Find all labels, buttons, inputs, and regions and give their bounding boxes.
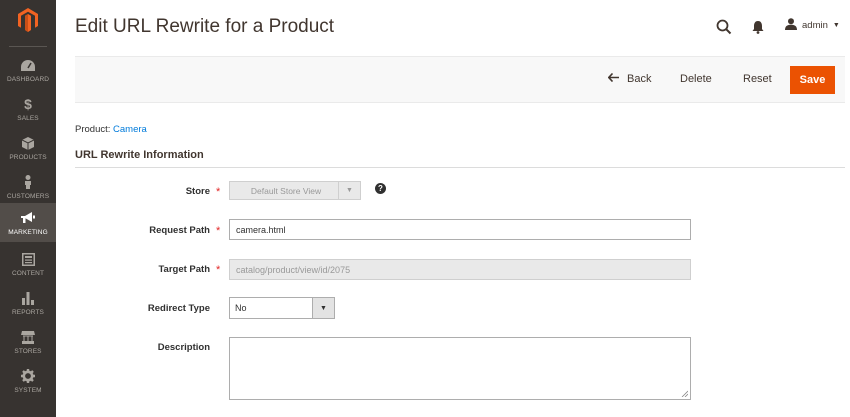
user-icon [785, 18, 797, 33]
person-icon [20, 175, 36, 189]
redirect-type-value: No [235, 303, 247, 313]
section-divider [75, 167, 845, 168]
sidebar-item-label: REPORTS [11, 309, 44, 316]
store-label: Store [185, 186, 210, 197]
megaphone-icon [20, 211, 36, 225]
storefront-icon [20, 330, 36, 344]
sidebar-item-label: CUSTOMERS [6, 193, 50, 200]
required-asterisk: * [216, 186, 221, 198]
chevron-down-icon: ▼ [338, 182, 360, 199]
sidebar-item-label: SYSTEM [14, 387, 42, 394]
help-icon[interactable]: ? [375, 183, 386, 194]
sidebar-item-label: PRODUCTS [9, 154, 47, 161]
dollar-icon: $ [24, 96, 32, 112]
notification-bell-icon[interactable] [752, 20, 764, 34]
page-title: Edit URL Rewrite for a Product [75, 16, 335, 37]
gauge-icon [20, 58, 36, 72]
back-label: Back [627, 73, 652, 85]
save-button[interactable]: Save [790, 66, 835, 94]
product-info: Product: Camera [75, 124, 147, 135]
product-link[interactable]: Camera [113, 124, 147, 135]
target-path-input: catalog/product/view/id/2075 [229, 259, 691, 280]
admin-sidebar: DASHBOARD $ SALES PRODUCTS CUSTOMERS MAR… [0, 0, 56, 417]
sidebar-item-reports[interactable]: REPORTS [0, 289, 56, 328]
delete-button[interactable]: Delete [680, 73, 712, 85]
store-select: Default Store View ▼ [229, 181, 361, 200]
layout-icon [20, 252, 36, 266]
store-select-value: Default Store View [250, 185, 322, 196]
sidebar-item-products[interactable]: PRODUCTS [0, 134, 56, 173]
sidebar-item-label: STORES [14, 348, 42, 355]
section-title: URL Rewrite Information [75, 149, 204, 161]
required-asterisk: * [216, 225, 221, 237]
sidebar-item-sales[interactable]: $ SALES [0, 95, 56, 134]
reset-button[interactable]: Reset [743, 73, 772, 85]
cube-icon [20, 136, 36, 150]
required-asterisk: * [216, 264, 221, 276]
logo-divider [9, 46, 47, 47]
gear-icon [20, 369, 36, 383]
chevron-down-icon: ▼ [832, 22, 840, 29]
request-path-label: Request Path [149, 225, 210, 236]
redirect-type-label: Redirect Type [147, 303, 210, 314]
description-textarea[interactable] [229, 337, 691, 400]
search-icon[interactable] [716, 19, 732, 35]
chevron-down-icon: ▼ [312, 298, 334, 318]
sidebar-item-label: CONTENT [11, 270, 45, 277]
sidebar-item-marketing[interactable]: MARKETING [0, 203, 56, 242]
sidebar-item-system[interactable]: SYSTEM [0, 367, 56, 406]
sidebar-item-label: DASHBOARD [6, 76, 50, 83]
page-actions-bar [75, 56, 845, 103]
sidebar-item-label: MARKETING [8, 229, 48, 236]
bar-chart-icon [20, 291, 36, 305]
redirect-type-select[interactable]: No ▼ [229, 297, 335, 319]
description-label: Description [157, 342, 210, 353]
back-button[interactable]: Back [607, 72, 652, 85]
sidebar-item-stores[interactable]: STORES [0, 328, 56, 367]
target-path-label: Target Path [158, 264, 210, 275]
product-prefix: Product: [75, 124, 114, 135]
resize-grip-icon[interactable] [681, 390, 688, 397]
user-menu[interactable]: admin ▼ [785, 18, 840, 33]
sidebar-item-label: SALES [17, 115, 39, 122]
magento-logo[interactable] [0, 0, 56, 40]
sidebar-item-content[interactable]: CONTENT [0, 250, 56, 289]
request-path-input[interactable]: camera.html [229, 219, 691, 240]
sidebar-item-dashboard[interactable]: DASHBOARD [0, 56, 56, 95]
user-name: admin [802, 20, 828, 31]
arrow-left-icon [607, 72, 619, 85]
